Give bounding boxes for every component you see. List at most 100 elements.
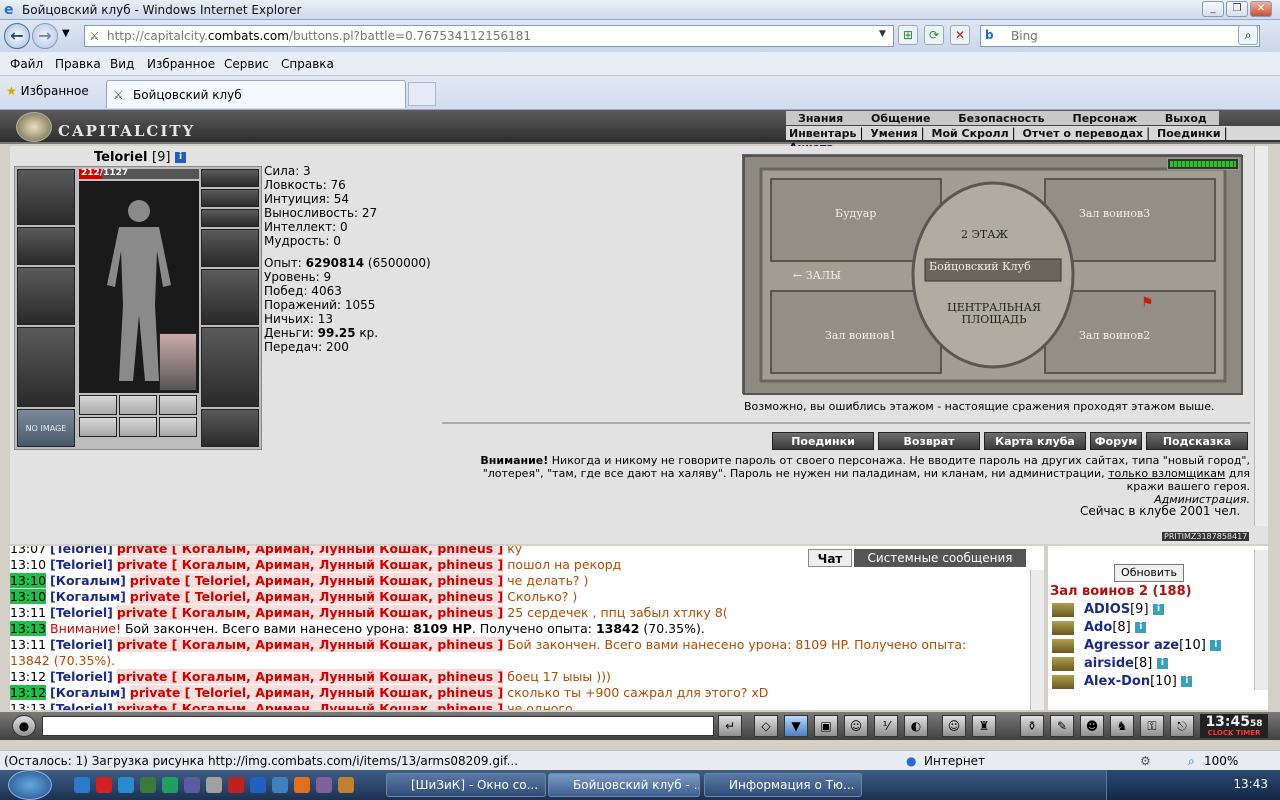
menu-scroll[interactable]: Мой Скролл: [929, 127, 1012, 140]
back-button[interactable]: ←: [4, 23, 30, 49]
favorites-button[interactable]: ★ Избранное: [6, 84, 89, 98]
forward-button[interactable]: →: [32, 23, 58, 49]
translit-icon[interactable]: ⅟: [874, 715, 898, 737]
map-club[interactable]: Бойцовский Клуб: [929, 260, 1031, 273]
app-quicklaunch-icon-9[interactable]: [316, 777, 332, 793]
app-quicklaunch-icon-2[interactable]: [140, 777, 156, 793]
minimize-button[interactable]: _: [1202, 1, 1224, 17]
compatibility-icon[interactable]: ⊞: [898, 25, 918, 45]
app-quicklaunch-icon-3[interactable]: [162, 777, 178, 793]
warning-link[interactable]: только взломщикам: [1108, 467, 1225, 480]
chat-private[interactable]: private [ Teloriel, Ариман, Лунный Кошак…: [129, 685, 504, 700]
map-boudoir[interactable]: Будуар: [835, 207, 876, 220]
chat-private[interactable]: private [ Когалым, Ариман, Лунный Кошак,…: [116, 637, 504, 652]
chat-nick[interactable]: [Teloriel]: [50, 605, 113, 620]
user-row[interactable]: Ado[8] i: [1052, 620, 1147, 635]
map-halls[interactable]: ← ЗАЛЫ: [793, 269, 841, 282]
chat-nick[interactable]: [Teloriel]: [50, 701, 113, 710]
user-name[interactable]: Agressor aze: [1084, 638, 1179, 653]
menu-security[interactable]: Безопасность: [946, 112, 1056, 125]
app-quicklaunch-icon-6[interactable]: [228, 777, 244, 793]
chat-nick[interactable]: [Teloriel]: [50, 557, 113, 572]
private-arrow-icon[interactable]: [1052, 620, 1074, 635]
user-row[interactable]: ADIOS[9] i: [1052, 602, 1165, 617]
task-info[interactable]: Информация о Тю...: [704, 773, 862, 797]
inventory-icon[interactable]: ⚱: [1020, 715, 1044, 737]
close-button[interactable]: ✕: [1250, 1, 1272, 17]
ring-slot-2[interactable]: [119, 395, 157, 415]
task-chat-window[interactable]: [ШиЗиК] - Окно со...: [386, 773, 546, 797]
ring-slot-1[interactable]: [79, 395, 117, 415]
gloves-slot[interactable]: [201, 229, 259, 267]
menu-knowledge[interactable]: Знания: [786, 112, 855, 125]
private-arrow-icon[interactable]: [1052, 656, 1074, 671]
filter-icon[interactable]: ▼: [784, 715, 808, 737]
refresh-icon[interactable]: ⟳: [924, 25, 944, 45]
ring-slot-3[interactable]: [159, 395, 197, 415]
chat-input[interactable]: [42, 716, 714, 736]
user-row[interactable]: Agressor aze[10] i: [1052, 638, 1222, 653]
map-hall1[interactable]: Зал воинов1: [825, 329, 896, 342]
knight-icon[interactable]: ♞: [1110, 715, 1134, 737]
menu-social[interactable]: Общение: [859, 112, 942, 125]
info-icon[interactable]: i: [1181, 676, 1193, 687]
armor-slot[interactable]: [17, 327, 75, 407]
info-icon[interactable]: i: [1135, 622, 1147, 633]
info-icon[interactable]: i: [1156, 658, 1168, 669]
info-icon[interactable]: i: [174, 152, 186, 163]
chat-nick[interactable]: [Когалым]: [50, 573, 126, 588]
quest-icon[interactable]: ✎: [1050, 715, 1074, 737]
user-name[interactable]: Ado: [1084, 620, 1112, 635]
eraser-icon[interactable]: ◇: [754, 715, 778, 737]
user-name[interactable]: airside: [1084, 656, 1134, 671]
tab-chat[interactable]: Чат: [808, 549, 852, 567]
club-map[interactable]: Будуар Зал воинов3 2 ЭТАЖ Бойцовский Клу…: [742, 154, 1243, 395]
save-icon[interactable]: ▣: [814, 715, 838, 737]
refresh-button[interactable]: Обновить: [1114, 564, 1184, 582]
pet-slot[interactable]: [159, 333, 197, 391]
firefox-quicklaunch-icon[interactable]: [294, 777, 310, 793]
user-name[interactable]: Alex-Don: [1084, 674, 1150, 689]
chat-private[interactable]: private [ Когалым, Ариман, Лунный Кошак,…: [116, 546, 504, 556]
extra-slot-1[interactable]: [79, 417, 117, 437]
menu-inventory[interactable]: Инвентарь: [786, 127, 859, 140]
app-quicklaunch-icon-7[interactable]: [250, 777, 266, 793]
extra-slot-2[interactable]: [119, 417, 157, 437]
clan-icon[interactable]: ♜: [972, 715, 996, 737]
address-dropdown-icon[interactable]: ▼: [879, 29, 886, 39]
task-combats[interactable]: Бойцовский клуб - ...: [548, 773, 700, 797]
chat-private[interactable]: private [ Когалым, Ариман, Лунный Кошак,…: [116, 701, 504, 710]
menu-character[interactable]: Персонаж: [1060, 112, 1149, 125]
chat-nick[interactable]: [Teloriel]: [50, 669, 113, 684]
rings-slot[interactable]: [201, 209, 259, 227]
main-scrollbar[interactable]: [1254, 146, 1268, 526]
map-central-square[interactable]: ЦЕНТРАЛЬНАЯ ПЛОЩАДЬ: [939, 302, 1049, 326]
earrings-slot[interactable]: [201, 169, 259, 187]
menu-transfers[interactable]: Отчет о переводах: [1019, 127, 1146, 140]
chat-private[interactable]: private [ Когалым, Ариман, Лунный Кошак,…: [116, 605, 504, 620]
chat-mode-icon[interactable]: ●: [12, 715, 36, 737]
club-map-button[interactable]: Карта клуба: [984, 432, 1086, 450]
user-row[interactable]: Alex-Don[10] i: [1052, 674, 1193, 689]
address-bar[interactable]: ⚔ http://capitalcity.combats.com/buttons…: [84, 25, 894, 47]
friends-icon[interactable]: ☻: [1080, 715, 1104, 737]
chat-private[interactable]: private [ Teloriel, Ариман, Лунный Кошак…: [129, 589, 504, 604]
app-quicklaunch-icon-5[interactable]: [206, 777, 222, 793]
stop-icon[interactable]: ✕: [950, 25, 970, 45]
history-dropdown-icon[interactable]: ▼: [62, 28, 70, 39]
chat-scrollbar[interactable]: [1030, 570, 1044, 710]
search-go-icon[interactable]: ⌕: [1238, 25, 1258, 45]
duels-button[interactable]: Поединки: [772, 432, 874, 450]
app-quicklaunch-icon-10[interactable]: [338, 777, 354, 793]
opera-quicklaunch-icon[interactable]: [96, 777, 112, 793]
maximize-button[interactable]: ❐: [1226, 1, 1248, 17]
info-icon[interactable]: i: [1153, 604, 1165, 615]
menu-skills[interactable]: Умения: [867, 127, 920, 140]
lock-icon[interactable]: ⚿: [1140, 715, 1164, 737]
protected-mode-icon[interactable]: ⚙: [1140, 754, 1151, 768]
weapon-slot[interactable]: [17, 267, 75, 325]
actions-icon[interactable]: ☺: [844, 715, 868, 737]
menu-favorites[interactable]: Избранное: [147, 57, 215, 71]
return-button[interactable]: Возврат: [878, 432, 980, 450]
smiley-icon[interactable]: ☺: [942, 715, 966, 737]
